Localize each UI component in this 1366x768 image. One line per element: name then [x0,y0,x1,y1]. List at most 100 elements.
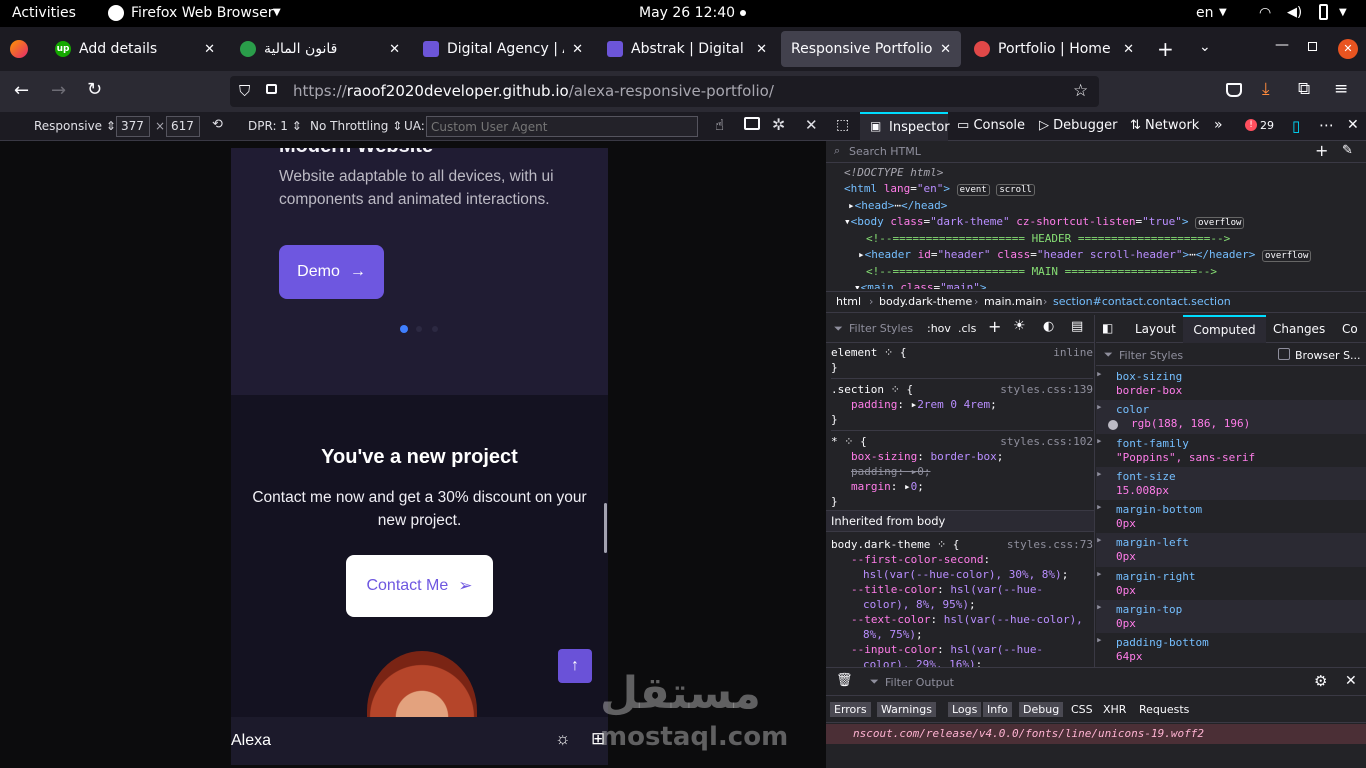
logs-filter-button[interactable]: Logs [948,702,982,717]
html-search-input[interactable]: Search HTML [849,145,921,158]
clock[interactable]: May 26 12:40 [639,5,735,21]
expand-arrow-icon[interactable]: ▸ [1096,400,1103,414]
close-window-icon[interactable]: ✕ [1338,39,1358,59]
breadcrumb-item[interactable]: html [836,292,861,312]
console-settings-icon[interactable]: ⚙ [1314,672,1327,690]
rules-list[interactable]: element ⁘ {inline } .section ⁘ {styles.c… [831,345,1093,509]
close-icon[interactable]: ✕ [389,42,400,57]
expand-arrow-icon[interactable]: ▸ [1096,633,1103,647]
scrollbar-thumb[interactable] [604,503,607,553]
battery-icon[interactable] [1319,4,1328,20]
element-picker-icon[interactable]: ⬚ [836,117,849,133]
firefox-view-icon[interactable] [10,40,28,58]
user-agent-input[interactable] [426,116,698,137]
warnings-filter-button[interactable]: Warnings [877,702,936,717]
touch-simulation-icon[interactable]: ☝ [715,116,724,134]
maximize-icon[interactable] [1308,42,1317,51]
computed-property[interactable]: margin-top 0px ▸ [1096,600,1366,634]
print-media-icon[interactable]: ▤ [1071,319,1083,334]
throttle-selector[interactable]: No Throttling ⇕ [310,119,402,133]
close-icon[interactable]: ✕ [756,42,767,57]
computed-property[interactable]: font-size 15.008px ▸ [1096,466,1366,501]
downloads-icon[interactable]: ⤓ [1262,79,1270,99]
errors-filter-button[interactable]: Errors [830,702,871,717]
more-tools-icon[interactable]: » [1214,117,1223,133]
xhr-filter-button[interactable]: XHR [1103,703,1126,716]
settings-icon[interactable]: ✲ [772,115,785,134]
expand-arrow-icon[interactable]: ▸ [1096,467,1103,481]
carousel-dot[interactable] [432,326,438,332]
new-tab-icon[interactable]: + [1157,37,1174,61]
tab-abstrak[interactable]: Abstrak | Digital Ag ✕ [597,31,777,67]
markup-tree[interactable]: <!DOCTYPE html> <html lang="en"> event s… [826,165,1366,289]
app-menu[interactable]: Firefox Web Browser [131,5,274,21]
tab-network[interactable]: ⇅ Network [1130,118,1199,133]
hov-toggle[interactable]: :hov [927,322,951,335]
more-options-icon[interactable]: ⋯ [1319,116,1334,134]
expand-arrow-icon[interactable]: ▸ [1096,600,1103,614]
computed-property[interactable]: padding-bottom 64px ▸ [1096,633,1366,666]
minimize-icon[interactable]: — [1275,37,1289,53]
rdm-toggle-icon[interactable]: ▯ [1292,117,1300,135]
computed-property[interactable]: box-sizing border-box ▸ [1096,367,1366,400]
expand-arrow-icon[interactable]: ▸ [1096,434,1103,448]
add-node-icon[interactable]: + [1315,141,1328,160]
scroll-up-button[interactable]: ↑ [558,649,592,683]
tab-responsive-portfolio[interactable]: Responsive Portfolio W ✕ [781,31,961,67]
rules-filter-input[interactable]: Filter Styles [849,322,913,335]
breadcrumb-item[interactable]: main.main [984,292,1042,312]
tab-inspector[interactable]: ▣ Inspector [860,112,950,141]
css-filter-button[interactable]: CSS [1071,703,1093,716]
demo-button[interactable]: Demo → [279,245,384,299]
browser-styles-checkbox[interactable] [1278,348,1290,360]
close-icon[interactable]: ✕ [940,42,951,57]
tab-console[interactable]: ▭ Console [957,118,1025,133]
extensions-icon[interactable]: ⧉ [1298,79,1310,99]
light-mode-icon[interactable]: ☀ [1013,318,1026,334]
expand-arrow-icon[interactable]: ▸ [1096,367,1103,381]
url-bar[interactable]: ⛉ https://raoof2020developer.github.io/a… [230,76,1099,107]
eyedropper-icon[interactable]: ✎ [1342,143,1353,158]
trash-icon[interactable]: 🗑 [836,673,853,688]
lock-icon[interactable] [266,84,277,94]
cls-toggle[interactable]: .cls [958,322,976,335]
language-indicator[interactable]: en [1196,5,1214,21]
console-error-message[interactable]: nscout.com/release/v4.0.0/fonts/line/uni… [826,724,1366,744]
close-icon[interactable]: ✕ [572,42,583,57]
forward-icon[interactable]: → [51,80,66,101]
requests-filter-button[interactable]: Requests [1139,703,1189,716]
tab-add-details[interactable]: up Add details ✕ [45,31,225,67]
tab-layout[interactable]: Layout [1135,322,1176,336]
url-text[interactable]: https://raoof2020developer.github.io/ale… [293,76,774,107]
tab-portfolio-home[interactable]: Portfolio | Home ✕ [964,31,1144,67]
logo[interactable]: Alexa [231,732,271,750]
tab-compatibility[interactable]: Co [1342,322,1358,336]
close-devtools-icon[interactable]: ✕ [1347,117,1359,133]
close-icon[interactable]: ✕ [1123,42,1134,57]
height-input[interactable]: 617 [166,116,200,137]
width-input[interactable]: 377 [116,116,150,137]
tab-digital-agency[interactable]: Digital Agency | Ab ✕ [413,31,593,67]
computed-property[interactable]: margin-right 0px ▸ [1096,567,1366,600]
reload-icon[interactable]: ↻ [87,79,102,100]
carousel-dot-active[interactable] [400,325,408,333]
list-tabs-chevron-icon[interactable]: ⌄ [1199,39,1211,55]
device-selector[interactable]: Responsive ⇕ [34,119,116,133]
close-rdm-icon[interactable]: ✕ [805,116,818,134]
system-menu-chevron-icon[interactable]: ▼ [1339,7,1347,18]
dark-mode-icon[interactable]: ◐ [1043,319,1054,334]
expand-arrow-icon[interactable]: ▸ [1096,533,1103,547]
tab-finance-law[interactable]: قانون المالية ✕ [230,31,410,67]
tab-changes[interactable]: Changes [1273,322,1325,336]
tab-computed[interactable]: Computed [1183,315,1266,343]
computed-property[interactable]: margin-left 0px ▸ [1096,533,1366,567]
computed-property[interactable]: margin-bottom 0px ▸ [1096,500,1366,533]
computed-property[interactable]: font-family "Poppins", sans-serif ▸ [1096,434,1366,467]
breadcrumb-item[interactable]: section#contact.contact.section [1053,292,1231,312]
close-console-icon[interactable]: ✕ [1345,673,1357,689]
inherited-rules[interactable]: body.dark-theme ⁘ {styles.css:73 --first… [831,537,1093,667]
contact-me-button[interactable]: Contact Me ➢ [346,555,493,617]
dpr-selector[interactable]: DPR: 1 ⇕ [248,119,302,133]
expand-arrow-icon[interactable]: ▸ [1096,567,1103,581]
close-icon[interactable]: ✕ [204,42,215,57]
